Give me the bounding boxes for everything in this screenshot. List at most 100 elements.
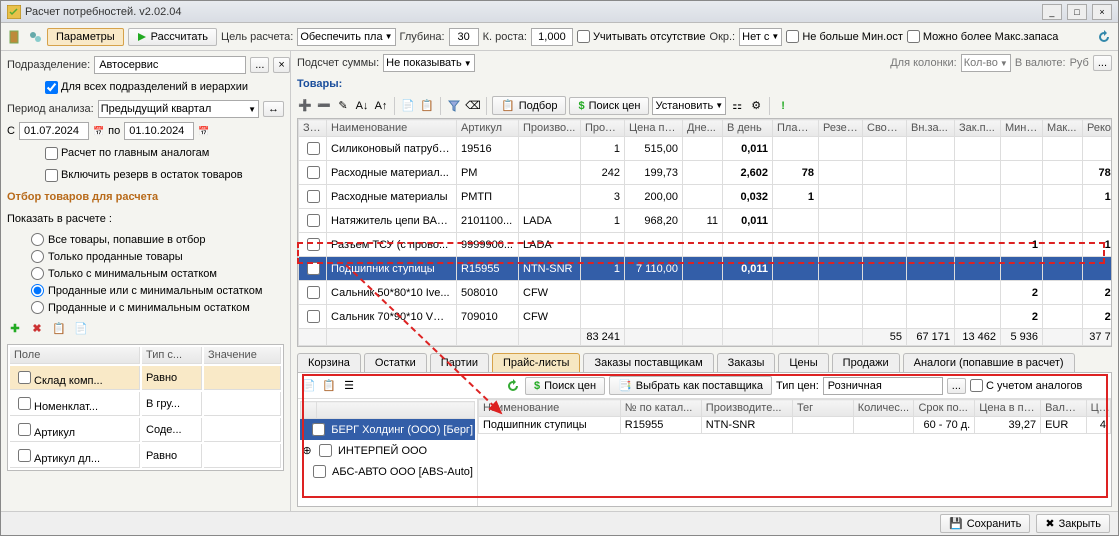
tab-3[interactable]: Прайс-листы xyxy=(492,353,580,372)
sort-az-icon[interactable]: A↓ xyxy=(354,98,370,114)
save-button[interactable]: 💾 Сохранить xyxy=(940,514,1030,533)
curr-pick-button[interactable]: ... xyxy=(1093,55,1112,71)
supplier-item[interactable]: ⊕ИНТЕРПЕЙ ООО xyxy=(300,440,475,461)
close-button[interactable]: × xyxy=(1092,4,1112,20)
tab-8[interactable]: Аналоги (попавшие в расчет) xyxy=(903,353,1075,372)
table-row[interactable]: Расходные материал...РМ242199,732,602787… xyxy=(299,161,1113,185)
del-row-icon[interactable]: ➖ xyxy=(316,98,332,114)
tab-2[interactable]: Партии xyxy=(430,353,489,372)
sub-add-icon[interactable]: 📄 xyxy=(301,378,317,394)
cascade-icon[interactable]: ⚏ xyxy=(729,98,745,114)
calculate-button[interactable]: Рассчитать xyxy=(128,28,217,46)
goods-label: Товары: xyxy=(297,78,1112,90)
filter-copy-icon[interactable]: 📋 xyxy=(51,320,67,336)
table-row[interactable]: Силиконовый патрубо...195161515,000,011 xyxy=(299,137,1113,161)
sort-za-icon[interactable]: A↑ xyxy=(373,98,389,114)
nomoremin-check[interactable]: Не больше Мин.ост xyxy=(786,30,903,43)
minimize-button[interactable]: _ xyxy=(1042,4,1062,20)
door-icon[interactable] xyxy=(7,29,23,45)
show-radio-0[interactable]: Все товары, попавшие в отбор xyxy=(31,231,284,248)
from-date[interactable] xyxy=(19,122,89,140)
filter-settings-icon[interactable]: 📄 xyxy=(73,320,89,336)
kgrowth-input[interactable] xyxy=(531,28,573,46)
dept-clear-button[interactable]: × xyxy=(273,57,289,73)
col-select[interactable]: Кол-во▼ xyxy=(961,54,1011,72)
sum-label: Подсчет суммы: xyxy=(297,57,379,69)
dept-pick-button[interactable]: ... xyxy=(250,57,269,73)
goods-toolbar: ➕ ➖ ✎ A↓ A↑ 📄 📋 ⌫ 📋 Подбор $ Поиск цен У… xyxy=(297,95,1112,116)
price-type-input[interactable] xyxy=(823,377,943,395)
analogs-check[interactable]: Расчет по главным аналогам xyxy=(45,147,209,160)
supplier-item[interactable]: АБС-АВТО ООО [ABS-Auto] xyxy=(300,461,475,482)
sub-copy-icon[interactable]: 📋 xyxy=(321,378,337,394)
col-label: Для колонки: xyxy=(890,57,956,69)
tab-7[interactable]: Продажи xyxy=(832,353,900,372)
period-swap-button[interactable]: ↔ xyxy=(263,101,284,117)
users-icon[interactable] xyxy=(27,29,43,45)
with-analogs-check[interactable]: С учетом аналогов xyxy=(970,379,1082,392)
table-row[interactable]: Натяжитель цепи ВАЗ...2101100...LADA1968… xyxy=(299,209,1113,233)
show-radio-3[interactable]: Проданные или с минимальным остатком xyxy=(31,282,284,299)
footer-close-button[interactable]: ✖ Закрыть xyxy=(1036,514,1110,533)
tab-0[interactable]: Корзина xyxy=(297,353,361,372)
tab-5[interactable]: Заказы xyxy=(717,353,776,372)
sum-select[interactable]: Не показывать▼ xyxy=(383,54,474,72)
as-supplier-button[interactable]: 📑 Выбрать как поставщика xyxy=(609,376,772,395)
refresh-icon[interactable] xyxy=(1096,29,1112,45)
settings-icon[interactable]: ⚙ xyxy=(748,98,764,114)
paste-icon[interactable]: 📋 xyxy=(419,98,435,114)
table-row[interactable]: Сальник 50*80*10 Ive...508010CFW22,00 xyxy=(299,281,1113,305)
table-row[interactable]: Расходные материалыРМТП3200,000,03211,00 xyxy=(299,185,1113,209)
goods-grid[interactable]: За...НаименованиеАртикулПроизво...Прод..… xyxy=(297,118,1112,347)
table-row[interactable]: Подшипник ступицыR15955NTN-SNR60 - 70 д.… xyxy=(479,417,1111,434)
supplier-tree[interactable]: БЕРГ Холдинг (ООО) [Берг]⊕ИНТЕРПЕЙ ОООАБ… xyxy=(298,399,478,506)
sub-list-icon[interactable]: ☰ xyxy=(341,378,357,394)
table-row[interactable]: Разъем ТСУ (с прово...9999900...LADA11,0… xyxy=(299,233,1113,257)
filter-add-icon[interactable]: ✚ xyxy=(7,320,23,336)
sub-refresh-icon[interactable] xyxy=(505,378,521,394)
dept-label: Подразделение: xyxy=(7,59,90,71)
depth-input[interactable] xyxy=(449,28,479,46)
show-radio-4[interactable]: Проданные и с минимальным остатком xyxy=(31,299,284,316)
round-label: Окр.: xyxy=(710,31,736,43)
show-radio-2[interactable]: Только с минимальным остатком xyxy=(31,265,284,282)
table-row[interactable]: Подшипник ступицыR15955NTN-SNR17 110,000… xyxy=(299,257,1113,281)
set-select[interactable]: Установить▼ xyxy=(652,97,726,115)
to-date[interactable] xyxy=(124,122,194,140)
edit-icon[interactable]: ✎ xyxy=(335,98,351,114)
reserve-check[interactable]: Включить резерв в остаток товаров xyxy=(45,169,243,182)
show-radio-1[interactable]: Только проданные товары xyxy=(31,248,284,265)
period-select[interactable]: Предыдущий квартал▼ xyxy=(98,100,259,118)
tab-4[interactable]: Заказы поставщикам xyxy=(583,353,713,372)
tab-6[interactable]: Цены xyxy=(778,353,828,372)
filter-row[interactable]: Склад комп...Равно xyxy=(10,366,281,390)
excl-icon[interactable]: ! xyxy=(775,98,791,114)
filter-del-icon[interactable]: ✖ xyxy=(29,320,45,336)
all-depts-check[interactable]: Для всех подразделений в иерархии xyxy=(45,81,248,94)
maximize-button[interactable]: □ xyxy=(1067,4,1087,20)
filter-row[interactable]: АртикулСоде... xyxy=(10,418,281,442)
filter-table[interactable]: ПолеТип с...Значение Склад комп...РавноН… xyxy=(7,344,284,471)
sub-search-prices-button[interactable]: $ Поиск цен xyxy=(525,377,605,395)
sub-grid[interactable]: Наименование№ по катал...Производите...Т… xyxy=(478,399,1111,434)
dept-input[interactable] xyxy=(94,56,246,74)
filter-row[interactable]: Номенклат...В гру... xyxy=(10,392,281,416)
search-prices-button[interactable]: $ Поиск цен xyxy=(569,97,649,115)
filter-icon[interactable] xyxy=(446,98,462,114)
tab-1[interactable]: Остатки xyxy=(364,353,427,372)
add-row-icon[interactable]: ➕ xyxy=(297,98,313,114)
absence-check[interactable]: Учитывать отсутствие xyxy=(577,30,706,43)
price-type-pick[interactable]: ... xyxy=(947,378,966,394)
params-button[interactable]: Параметры xyxy=(47,28,124,46)
moremax-check[interactable]: Можно более Макс.запаса xyxy=(907,30,1059,43)
supplier-item[interactable]: БЕРГ Холдинг (ООО) [Берг] xyxy=(300,419,475,440)
to-label: по xyxy=(108,125,120,137)
round-select[interactable]: Нет с▼ xyxy=(739,28,782,46)
show-header: Показать в расчете : xyxy=(7,213,112,225)
filter-row[interactable]: Артикул дл...Равно xyxy=(10,444,281,468)
goal-select[interactable]: Обеспечить пла▼ xyxy=(297,28,395,46)
table-row[interactable]: Сальник 70*90*10 VW...709010CFW22,00 xyxy=(299,305,1113,329)
filter-clear-icon[interactable]: ⌫ xyxy=(465,98,481,114)
copy-icon[interactable]: 📄 xyxy=(400,98,416,114)
podbor-button[interactable]: 📋 Подбор xyxy=(492,96,566,115)
